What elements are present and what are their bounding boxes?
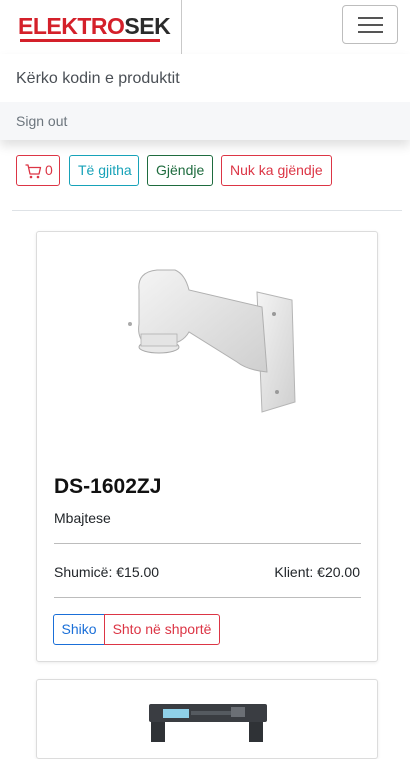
nav-menu: Sign out <box>0 54 410 140</box>
menu-toggle-button[interactable] <box>342 5 398 44</box>
divider <box>12 210 402 211</box>
hamburger-icon <box>358 31 383 33</box>
product-code-search-input[interactable] <box>16 64 396 94</box>
client-price: Klient: €20.00 <box>274 564 360 580</box>
filter-in-stock-button[interactable]: Gjëndje <box>147 155 213 186</box>
view-product-button[interactable]: Shiko <box>53 614 105 645</box>
brand-underline <box>20 39 160 42</box>
cart-count: 0 <box>45 162 53 178</box>
add-to-cart-button[interactable]: Shto në shportë <box>104 614 220 645</box>
sign-out-link[interactable]: Sign out <box>16 113 67 129</box>
navbar: ELEKTROSEK <box>0 0 410 54</box>
metal-detector-gate-icon <box>149 704 267 742</box>
product-card <box>36 679 378 759</box>
hamburger-icon <box>358 24 383 26</box>
hamburger-icon <box>358 17 383 19</box>
filter-all-button[interactable]: Të gjitha <box>69 155 139 186</box>
card-divider <box>54 597 361 598</box>
wholesale-price: Shumicë: €15.00 <box>54 564 160 580</box>
brand-part2: SEK <box>124 13 171 39</box>
wall-mount-bracket-icon <box>128 269 296 413</box>
filter-out-of-stock-button[interactable]: Nuk ka gjëndje <box>221 155 332 186</box>
signout-row: Sign out <box>0 102 410 140</box>
brand-logo[interactable]: ELEKTROSEK <box>18 12 171 42</box>
product-card: DS-1602ZJ Mbajtese Shumicë: €15.00 Klien… <box>36 231 378 662</box>
cart-button[interactable]: 0 <box>16 155 60 186</box>
card-divider <box>54 543 361 544</box>
cart-icon <box>25 164 42 179</box>
product-code: DS-1602ZJ <box>54 475 162 498</box>
brand-text: ELEKTROSEK <box>18 12 171 40</box>
product-description: Mbajtese <box>54 510 111 526</box>
search-row <box>0 54 410 102</box>
nav-divider <box>181 0 182 54</box>
brand-part1: ELEKTRO <box>18 13 125 39</box>
